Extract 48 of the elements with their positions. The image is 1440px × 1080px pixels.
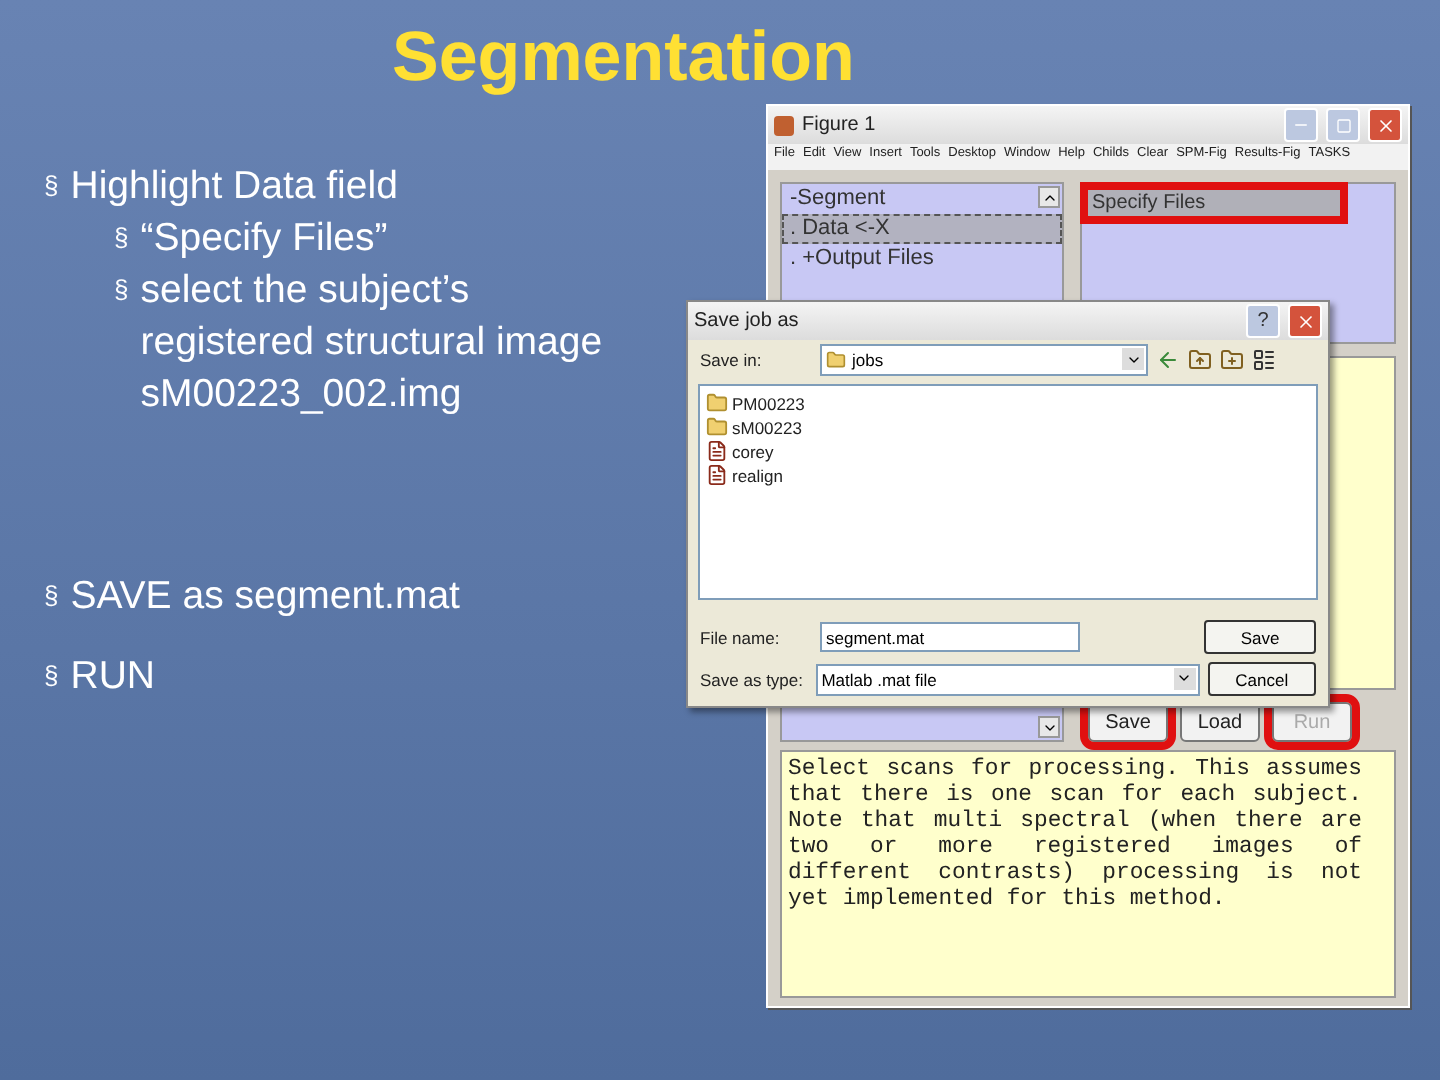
close-icon <box>1295 311 1315 331</box>
app-icon <box>774 115 794 135</box>
field-label: Save in: <box>700 350 764 370</box>
bullet-text: RUN <box>70 652 155 702</box>
close-button[interactable] <box>1288 304 1322 338</box>
field-label: File name: <box>700 627 782 647</box>
save-button[interactable]: Save <box>1204 620 1316 654</box>
file-type-dropdown[interactable]: Matlab .mat file <box>815 663 1200 695</box>
folder-icon <box>826 350 846 370</box>
bullet-marker: § <box>44 168 59 204</box>
bullet-text: “Specify Files” <box>140 214 388 264</box>
bullet-text: SAVE as segment.mat <box>70 572 460 622</box>
field-label: Save as type: <box>700 669 806 689</box>
file-icon <box>706 464 728 486</box>
slide-title: Segmentation <box>392 16 857 100</box>
back-icon[interactable] <box>1156 348 1180 372</box>
file-name-field[interactable]: segment.mat <box>820 622 1080 652</box>
bullet-marker: § <box>114 220 129 256</box>
up-folder-icon[interactable] <box>1188 348 1212 372</box>
scroll-down-icon[interactable] <box>1038 716 1060 738</box>
folder-icon <box>706 392 728 414</box>
help-text: Select scans for processing. This assumes that there is one scan for each subject. Note that multi spectral (when there are two or more registered images of different contrasts) processing is not yet implemented for this method. <box>780 750 1396 998</box>
window-title: Figure 1 <box>802 114 878 136</box>
directory-entry[interactable]: PM00223 <box>706 392 1310 414</box>
tree-item[interactable]: -Segment <box>782 184 1062 214</box>
bullet-text: select the subject’s registered structural image sM00223_002.img <box>140 266 605 420</box>
dialog-title: Save job as <box>694 310 801 332</box>
folder-dropdown[interactable]: jobs <box>820 344 1148 376</box>
maximize-icon <box>1335 117 1351 133</box>
directory-entry[interactable]: sM00223 <box>706 416 1310 438</box>
bullet-text: Highlight Data field <box>70 162 398 212</box>
directory-entry[interactable]: corey <box>706 440 1310 462</box>
bullet-marker: § <box>44 658 59 694</box>
tree-item[interactable]: . +Output Files <box>782 244 1062 274</box>
folder-icon <box>706 416 728 438</box>
cancel-button[interactable]: Cancel <box>1207 662 1316 696</box>
bullet-marker: § <box>114 272 129 308</box>
option-item[interactable]: Specify Files <box>1086 188 1342 218</box>
close-button[interactable] <box>1368 108 1402 142</box>
bullet-marker: § <box>44 578 59 614</box>
close-icon <box>1375 115 1395 135</box>
new-folder-icon[interactable] <box>1220 348 1244 372</box>
directory-entry[interactable]: realign <box>706 464 1310 486</box>
help-button[interactable]: ? <box>1246 304 1280 338</box>
view-menu-icon[interactable] <box>1252 348 1276 372</box>
tree-item[interactable]: . Data <-X <box>782 214 1062 244</box>
scroll-up-icon[interactable] <box>1038 186 1060 208</box>
file-icon <box>706 440 728 462</box>
